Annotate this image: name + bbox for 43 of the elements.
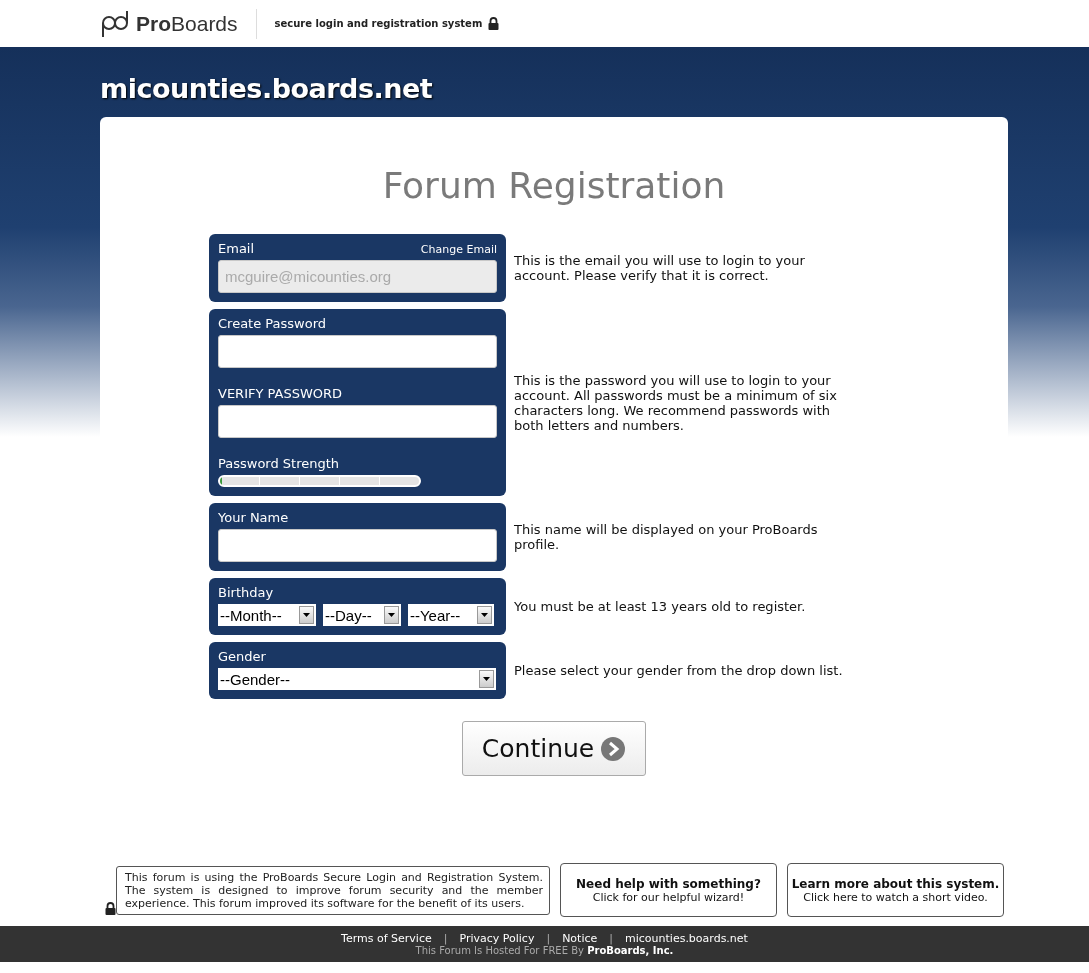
separator: | <box>443 932 448 945</box>
footer-link[interactable]: Terms of Service <box>341 932 432 945</box>
security-notice: This forum is using the ProBoards Secure Login and Registration System. The system is designed to improve forum security and the member experience. This forum improved its software for the benefit of its users. <box>116 865 550 915</box>
lock-icon <box>105 901 116 915</box>
arrow-circle-icon <box>600 735 627 762</box>
footer-link[interactable]: micounties.boards.net <box>625 932 748 945</box>
caret-icon <box>483 677 490 681</box>
logo-icon <box>100 9 130 38</box>
caret-icon <box>388 613 395 617</box>
tagline: secure login and registration system <box>274 18 483 29</box>
field-description: This is the email you will use to login to your account. Please verify that it is correct. <box>514 253 806 283</box>
field-label: Create Password <box>218 316 328 331</box>
verify-password-field[interactable] <box>218 405 497 438</box>
help-link-box[interactable]: Need help with something? Click for our helpful wizard! <box>560 863 777 917</box>
footer-link[interactable]: Privacy Policy <box>459 932 535 945</box>
field-label: Gender <box>218 649 267 664</box>
hosted-by-text: This Forum Is Hosted For FREE By ProBoards, Inc. <box>415 945 674 956</box>
field-label: Email <box>218 241 255 256</box>
lock-icon <box>488 17 500 30</box>
dropdown-arrow-button[interactable] <box>384 606 399 624</box>
continue-button[interactable]: Continue <box>462 721 646 776</box>
field-description: Please select your gender from the drop down list. <box>514 663 844 678</box>
dropdown-arrow-button[interactable] <box>477 606 492 624</box>
field-description: You must be at least 13 years old to register. <box>514 599 807 614</box>
logo-text: ProBoards <box>136 11 238 36</box>
field-label: Password Strength <box>218 456 341 471</box>
field-label: Birthday <box>218 585 275 600</box>
footer-link[interactable]: Notice <box>562 932 598 945</box>
field-description: This is the password you will use to login to your account. All passwords must be a minimum of six characters long. We recommend passwords with both letters and numbers. <box>514 372 838 433</box>
site-title: micounties.boards.net <box>100 72 434 106</box>
page-heading: Forum Registration <box>382 165 726 206</box>
help-link-box[interactable]: Learn more about this system. Click here to watch a short video. <box>787 863 1004 917</box>
field-label: Your Name <box>218 510 290 525</box>
dropdown-arrow-button[interactable] <box>299 606 314 624</box>
dropdown-arrow-button[interactable] <box>479 670 494 688</box>
separator: | <box>609 932 613 945</box>
caret-icon <box>303 613 310 617</box>
password-field[interactable] <box>218 335 497 368</box>
caret-icon <box>481 613 488 617</box>
field-description: This name will be displayed on your ProBoards profile. <box>514 522 819 552</box>
field-label: VERIFY PASSWORD <box>218 386 344 401</box>
name-field[interactable] <box>218 529 497 562</box>
separator: | <box>546 932 551 945</box>
